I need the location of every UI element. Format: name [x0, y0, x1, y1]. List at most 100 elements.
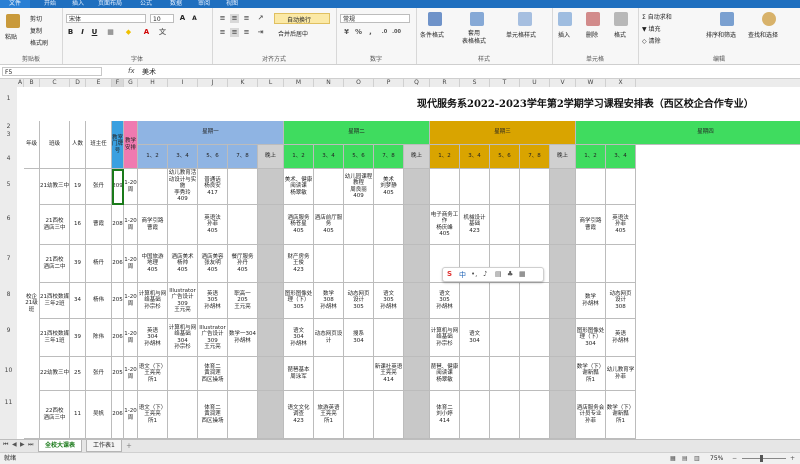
- schedule-cell[interactable]: [520, 169, 550, 205]
- autosum-button[interactable]: Σ 自动求和: [642, 12, 672, 21]
- schedule-cell[interactable]: [550, 245, 576, 283]
- border-icon[interactable]: ▦: [106, 28, 115, 37]
- schedule-cell[interactable]: 动态网页 设计 305: [344, 283, 374, 319]
- column-header[interactable]: U: [520, 79, 550, 87]
- worksheet-grid[interactable]: 现代服务系2022-2023学年第2学期学习课程安排表（西区校企合作专业） 年级…: [17, 87, 800, 439]
- column-header[interactable]: P: [374, 79, 404, 87]
- wrap-text-button[interactable]: 自动换行: [274, 13, 330, 24]
- room-cell[interactable]: 205: [112, 357, 124, 391]
- day-header[interactable]: 星期一: [138, 121, 284, 145]
- schedule-cell[interactable]: 新课社英语 王亮亮 414: [374, 357, 404, 391]
- cell-style-button[interactable]: 单元格样式: [506, 30, 536, 39]
- period-header[interactable]: 1、2: [576, 145, 606, 169]
- schedule-cell[interactable]: 财产房务 王俊 423: [284, 245, 314, 283]
- schedule-cell[interactable]: 数学（下） 谢新瓢 所1: [606, 391, 636, 439]
- zoom-slider-thumb[interactable]: [760, 455, 763, 462]
- room-cell[interactable]: 208: [112, 205, 124, 245]
- schedule-cell[interactable]: [168, 357, 198, 391]
- schedule-cell[interactable]: 计算机与网 络基础 304 孙宗杉: [168, 319, 198, 357]
- tab-view[interactable]: 视图: [226, 0, 238, 8]
- schedule-cell[interactable]: [550, 283, 576, 319]
- schedule-cell[interactable]: 语文（下） 王亮亮 所1: [138, 357, 168, 391]
- column-header[interactable]: X: [606, 79, 636, 87]
- grow-font-icon[interactable]: A: [178, 14, 187, 23]
- schedule-cell[interactable]: [138, 169, 168, 205]
- orientation-icon[interactable]: ↗: [256, 14, 265, 23]
- period-header[interactable]: 3、4: [314, 145, 344, 169]
- schedule-cell[interactable]: 幼儿教育学 孙菲: [606, 357, 636, 391]
- font-name-select[interactable]: 宋体: [66, 14, 146, 23]
- column-header[interactable]: V: [550, 79, 576, 87]
- schedule-cell[interactable]: 搜系 304: [344, 319, 374, 357]
- count-cell[interactable]: 25: [70, 357, 86, 391]
- italic-icon[interactable]: I: [78, 28, 87, 37]
- tab-formulas[interactable]: 公式: [140, 0, 152, 8]
- schedule-cell[interactable]: [460, 391, 490, 439]
- column-header[interactable]: T: [490, 79, 520, 87]
- zoom-out-icon[interactable]: −: [732, 453, 737, 464]
- schedule-cell[interactable]: [374, 245, 404, 283]
- day-header[interactable]: 星期三: [430, 121, 576, 145]
- class-cell[interactable]: 22西校 酒店三中: [40, 391, 70, 439]
- schedule-cell[interactable]: [344, 245, 374, 283]
- currency-icon[interactable]: ¥: [342, 28, 351, 37]
- schedule-cell[interactable]: [550, 391, 576, 439]
- zoom-in-icon[interactable]: +: [790, 453, 795, 464]
- name-box[interactable]: F5: [2, 67, 102, 76]
- column-header[interactable]: D: [70, 79, 86, 87]
- row-header[interactable]: 4: [0, 155, 17, 162]
- keyboard-icon[interactable]: ▤: [495, 270, 502, 278]
- schedule-cell[interactable]: [576, 245, 606, 283]
- delete-cells-button[interactable]: 删除: [586, 30, 598, 39]
- schedule-cell[interactable]: 幼儿教育活动设计与实施 李秀玲 409: [168, 169, 198, 205]
- column-header[interactable]: A: [17, 79, 24, 87]
- clear-button[interactable]: ◇ 清除: [642, 36, 661, 45]
- class-cell[interactable]: 21西校数媒三年1班: [40, 319, 70, 357]
- comma-icon[interactable]: ,: [366, 28, 375, 37]
- schedule-cell[interactable]: 职高一 205 王元亮: [228, 283, 258, 319]
- cut-button[interactable]: 剪切: [30, 14, 42, 23]
- teacher-cell[interactable]: 杨丹: [86, 245, 112, 283]
- schedule-cell[interactable]: [404, 283, 430, 319]
- page-layout-view-icon[interactable]: ▤: [682, 453, 688, 464]
- column-header[interactable]: H: [138, 79, 168, 87]
- schedule-cell[interactable]: [404, 205, 430, 245]
- formula-input[interactable]: 美术: [142, 67, 156, 77]
- schedule-cell[interactable]: [374, 319, 404, 357]
- schedule-cell[interactable]: 图形图像处 理（下） 304: [576, 319, 606, 357]
- schedule-cell[interactable]: [404, 169, 430, 205]
- column-header[interactable]: Q: [404, 79, 430, 87]
- schedule-cell[interactable]: 动态网页设 计: [314, 319, 344, 357]
- row-header[interactable]: 5: [0, 181, 17, 188]
- column-header[interactable]: S: [460, 79, 490, 87]
- header-room[interactable]: 教室门牌号: [112, 121, 124, 169]
- indent-icon[interactable]: ⇥: [256, 28, 265, 37]
- grade-cell[interactable]: 校企21级班: [24, 169, 40, 439]
- schedule-cell[interactable]: 酒店美术 杨帅 405: [168, 245, 198, 283]
- schedule-cell[interactable]: [314, 169, 344, 205]
- schedule-cell[interactable]: [344, 205, 374, 245]
- copy-button[interactable]: 复制: [30, 26, 42, 35]
- count-cell[interactable]: 19: [70, 169, 86, 205]
- header-count[interactable]: 人数: [70, 121, 86, 169]
- schedule-cell[interactable]: 英语法 孙菲 405: [198, 205, 228, 245]
- room-cell[interactable]: 206: [112, 319, 124, 357]
- period-header[interactable]: 5、6: [490, 145, 520, 169]
- day-header[interactable]: 星期四: [576, 121, 800, 145]
- schedule-cell[interactable]: 语文文化 调查 423: [284, 391, 314, 439]
- page-break-view-icon[interactable]: ▥: [694, 453, 700, 464]
- schedule-cell[interactable]: 酒店服务会 计员专业 孙菲: [576, 391, 606, 439]
- schedule-cell[interactable]: [374, 391, 404, 439]
- schedule-cell[interactable]: [606, 245, 636, 283]
- period-header[interactable]: 3、4: [606, 145, 636, 169]
- schedule-cell[interactable]: 酒店服务 杨苍星 405: [284, 205, 314, 245]
- sheet-tab-1[interactable]: 工作表1: [86, 440, 122, 452]
- period-header[interactable]: 7、8: [374, 145, 404, 169]
- schedule-cell[interactable]: [460, 357, 490, 391]
- paste-button[interactable]: 粘贴: [5, 32, 17, 41]
- teacher-cell[interactable]: 张丹: [86, 357, 112, 391]
- bold-icon[interactable]: B: [66, 28, 75, 37]
- schedule-cell[interactable]: [460, 283, 490, 319]
- schedule-cell[interactable]: 酒店美容 张友明 405: [198, 245, 228, 283]
- schedule-cell[interactable]: Illustrator 广告设计 309 王元亮: [168, 283, 198, 319]
